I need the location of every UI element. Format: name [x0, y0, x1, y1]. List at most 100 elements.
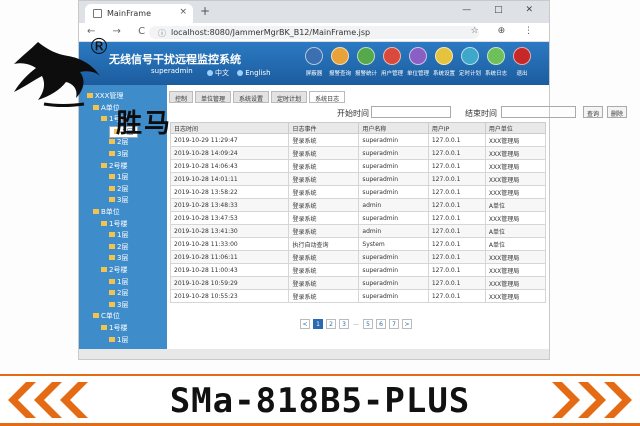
tree-item[interactable]: 3层: [109, 195, 128, 205]
search-row: 开始时间 结束时间 查询 删除: [169, 106, 627, 120]
tree-item[interactable]: 1层: [109, 172, 128, 182]
tree-item[interactable]: 2层: [109, 184, 128, 194]
column-header[interactable]: 用户IP: [427, 122, 486, 134]
toolbar-button[interactable]: 用户管理: [379, 45, 405, 85]
table-cell: XXX管理局: [484, 185, 547, 199]
table-row[interactable]: 2019-10-29 11:29:47 登录系统 superadmin 127.0.0…: [169, 133, 547, 147]
table-row[interactable]: 2019-10-28 13:48:33 登录系统 admin 127.0.0.1 A单位: [169, 198, 547, 212]
tree-item[interactable]: 1层: [109, 277, 128, 287]
folder-icon: [93, 313, 99, 319]
table-row[interactable]: 2019-10-28 11:33:00 执行自动查询 System 127.0.0.1…: [169, 237, 547, 251]
tree-item[interactable]: 1层: [109, 335, 128, 345]
query-button[interactable]: 查询: [583, 106, 603, 118]
table-cell: XXX管理局: [484, 250, 547, 264]
tree-item-label: 1层: [117, 173, 129, 182]
module-tab[interactable]: 系统日志: [309, 91, 346, 103]
new-tab-button[interactable]: +: [200, 4, 210, 18]
table-cell: 登录系统: [288, 276, 360, 290]
page-button[interactable]: >: [402, 319, 412, 329]
toolbar-button-label: 报警查询: [328, 70, 352, 77]
floor-icon: [109, 232, 115, 238]
table-row[interactable]: 2019-10-28 13:47:53 登录系统 superadmin 127.0.0…: [169, 211, 547, 225]
page-button[interactable]: <: [300, 319, 310, 329]
page-button[interactable]: 7: [389, 319, 399, 329]
floor-icon: [109, 139, 115, 145]
tool-icon: [331, 47, 349, 65]
tree-item[interactable]: 3层: [109, 300, 128, 310]
table-cell: 127.0.0.1: [427, 159, 486, 173]
table-row[interactable]: 2019-10-28 14:01:11 登录系统 superadmin 127.0.0…: [169, 172, 547, 186]
column-header[interactable]: 用户名称: [358, 122, 429, 134]
tree-item-label: 2层: [117, 289, 129, 298]
table-row[interactable]: 2019-10-28 11:00:43 登录系统 superadmin 127.0.0…: [169, 263, 547, 277]
column-header[interactable]: 日志时间: [169, 122, 290, 134]
toolbar-button[interactable]: 系统设置: [431, 45, 457, 85]
table-cell: 登录系统: [288, 250, 360, 264]
tree-item[interactable]: C单位: [93, 311, 120, 321]
toolbar-button[interactable]: 定时计划: [457, 45, 483, 85]
delete-button[interactable]: 删除: [607, 106, 627, 118]
toolbar-button[interactable]: 系统日志: [483, 45, 509, 85]
module-tab[interactable]: 定时计划: [271, 91, 308, 103]
table-cell: 127.0.0.1: [427, 263, 486, 277]
table-row[interactable]: 2019-10-28 13:58:22 登录系统 superadmin 127.0.0…: [169, 185, 547, 199]
toolbar-button[interactable]: 报警查询: [327, 45, 353, 85]
table-row[interactable]: 2019-10-28 10:55:23 登录系统 superadmin 127.0.0…: [169, 289, 547, 303]
radio-icon[interactable]: [207, 70, 213, 76]
table-cell: 2019-10-28 11:00:43: [169, 263, 290, 277]
tree-item[interactable]: 1号楼: [101, 219, 127, 229]
table-row[interactable]: 2019-10-28 13:41:30 登录系统 admin 127.0.0.1 A单位: [169, 224, 547, 238]
toolbar-button-label: 屏蔽器: [305, 70, 323, 77]
module-tab[interactable]: 单位管理: [195, 91, 232, 103]
toolbar-button[interactable]: 单位管理: [405, 45, 431, 85]
toolbar-button[interactable]: 屏蔽器: [301, 45, 327, 85]
address-bar-actions[interactable]: ☆ ⊕ ⋮: [471, 26, 541, 36]
page-button[interactable]: 1: [313, 319, 323, 329]
table-row[interactable]: 2019-10-28 14:06:43 登录系统 superadmin 127.0.0…: [169, 159, 547, 173]
tree-item-label: 2层: [117, 184, 129, 193]
floor-icon: [109, 255, 115, 261]
column-header[interactable]: 用户单位: [484, 122, 547, 134]
table-row[interactable]: 2019-10-28 14:09:24 登录系统 superadmin 127.0.0…: [169, 146, 547, 160]
tree-item[interactable]: 3层: [109, 253, 128, 263]
toolbar-button[interactable]: 报警统计: [353, 45, 379, 85]
tree-item[interactable]: 2号楼: [101, 265, 127, 275]
floor-icon: [109, 185, 115, 191]
toolbar-button[interactable]: 退出: [509, 45, 535, 85]
tree-item[interactable]: 1层: [109, 230, 128, 240]
table-cell: 127.0.0.1: [427, 211, 486, 225]
table-cell: 127.0.0.1: [427, 276, 486, 290]
start-time-input[interactable]: [371, 106, 451, 118]
lang-chinese[interactable]: 中文: [215, 69, 229, 77]
module-tab[interactable]: 系统设置: [233, 91, 270, 103]
folder-icon: [101, 267, 107, 272]
tree-item[interactable]: 3层: [109, 149, 128, 159]
tree-item[interactable]: 2层: [109, 242, 128, 252]
table-cell: 2019-10-28 13:48:33: [169, 198, 290, 212]
tree-item[interactable]: B单位: [93, 207, 120, 217]
tree-item[interactable]: 1号楼: [101, 323, 127, 333]
table-cell: 2019-10-28 13:41:30: [169, 224, 290, 238]
tree-item[interactable]: 2号楼: [101, 161, 127, 171]
url-field[interactable]: ⓘ localhost:8080/JammerMgrBK_B12/MainFra…: [149, 26, 479, 39]
close-tab-icon[interactable]: ×: [179, 7, 187, 17]
page-button[interactable]: 3: [339, 319, 349, 329]
table-cell: XXX管理局: [484, 159, 547, 173]
page-button[interactable]: 6: [376, 319, 386, 329]
page-button[interactable]: 2: [326, 319, 336, 329]
page-button[interactable]: 5: [363, 319, 373, 329]
table-cell: 127.0.0.1: [427, 198, 486, 212]
tree-item-label: 3层: [117, 196, 129, 205]
pagination-ellipsis: ...: [352, 319, 360, 329]
tree-item[interactable]: 2层: [109, 288, 128, 298]
lang-english[interactable]: English: [245, 69, 270, 77]
tree-item-label: 3层: [117, 150, 129, 158]
table-row[interactable]: 2019-10-28 10:59:29 登录系统 superadmin 127.0.0…: [169, 276, 547, 290]
table-cell: 2019-10-29 11:29:47: [169, 133, 290, 147]
radio-icon[interactable]: [237, 70, 244, 76]
window-controls[interactable]: — □ ✕: [462, 5, 543, 15]
end-time-input[interactable]: [501, 106, 576, 118]
column-header[interactable]: 日志事件: [288, 122, 360, 134]
table-cell: XXX管理局: [484, 211, 547, 225]
table-row[interactable]: 2019-10-28 11:06:11 登录系统 superadmin 127.0.0…: [169, 250, 547, 264]
